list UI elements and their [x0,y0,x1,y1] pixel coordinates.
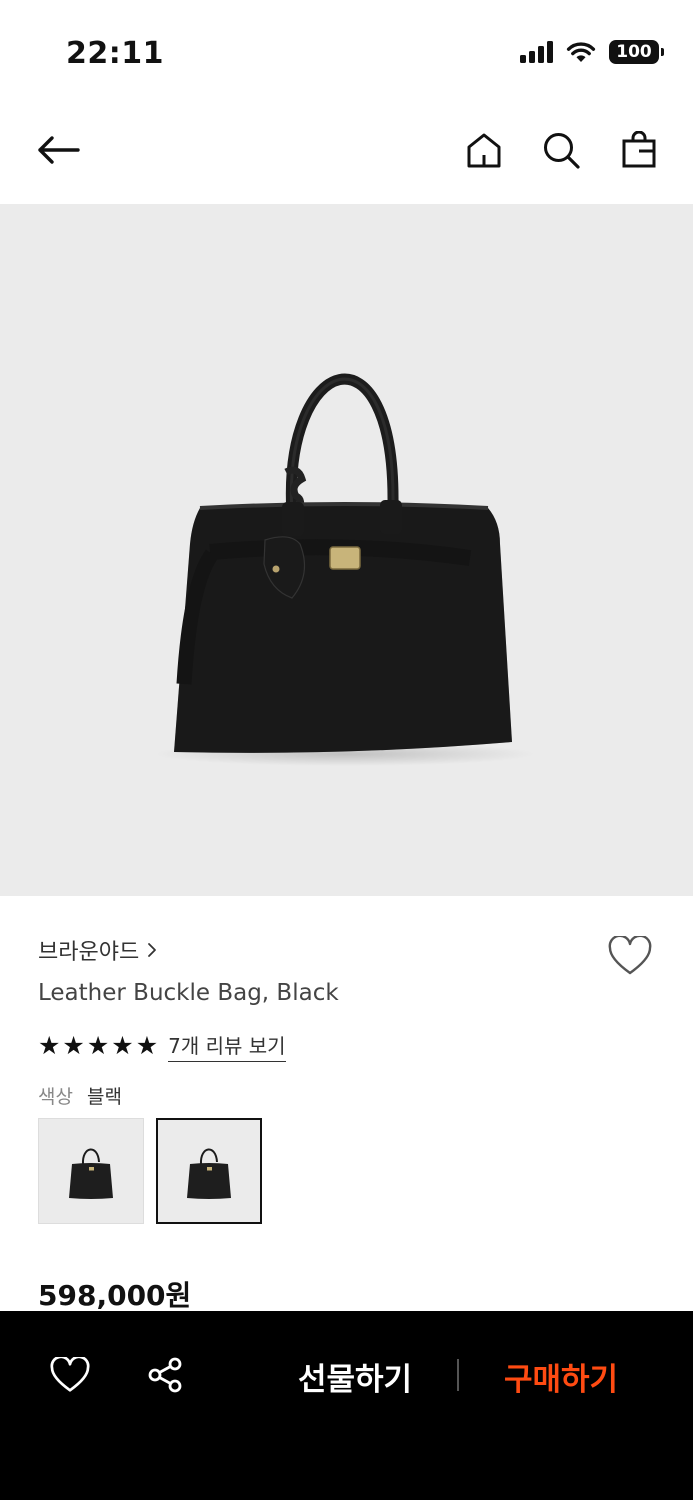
action-divider [457,1359,459,1391]
buy-button[interactable]: 구매하기 [496,1351,626,1401]
cart-button[interactable] [615,126,663,174]
search-icon [544,133,580,169]
like-button[interactable] [48,1353,92,1397]
battery-icon: 100 [609,40,664,64]
share-icon [148,1357,182,1393]
rating-stars: ★ ★ ★ ★ ★ [38,1032,158,1060]
status-time: 22:11 [66,36,164,71]
review-link[interactable]: 7개 리뷰 보기 [168,1030,286,1062]
star-icon: ★ [86,1031,110,1060]
bag-thumbnail-image [187,1148,231,1199]
star-icon: ★ [38,1031,61,1060]
home-icon [467,133,501,168]
home-button[interactable] [460,126,508,174]
heart-outline-icon [50,1357,90,1392]
status-bar: 22:11 100 [0,0,693,100]
leather-bag-image [155,373,535,766]
status-icons: 100 [520,40,664,64]
back-button[interactable] [34,126,82,174]
star-icon: ★ [135,1031,159,1060]
wishlist-button[interactable] [604,930,656,982]
bag-thumbnail-image [69,1148,113,1199]
color-value: 블랙 [86,1086,122,1108]
star-icon: ★ [111,1031,134,1060]
shopping-bag-icon [622,131,656,168]
search-button[interactable] [537,126,585,174]
product-name: Leather Buckle Bag, Black [38,980,339,1006]
color-thumbnail-selected[interactable] [156,1118,262,1224]
color-thumbnail[interactable] [38,1118,144,1224]
color-label: 색상 [38,1086,73,1108]
brand-link[interactable]: 브라운야드 [38,934,157,966]
battery-level: 100 [616,42,652,62]
brand-name: 브라운야드 [38,940,140,965]
product-price: 598,000원 [38,1279,192,1312]
wifi-icon [566,42,596,62]
arrow-left-icon [38,136,80,164]
gift-button[interactable]: 선물하기 [290,1351,420,1401]
bottom-action-bar: 선물하기 구매하기 [0,1311,693,1500]
nav-bar [0,100,693,204]
color-row: 색상 블랙 [38,1082,122,1109]
star-icon: ★ [62,1031,85,1060]
chevron-right-icon [148,943,157,957]
rating-row: ★ ★ ★ ★ ★ 7개 리뷰 보기 [38,1030,286,1062]
heart-outline-icon [608,936,652,975]
cellular-signal-icon [520,41,553,63]
share-button[interactable] [143,1353,187,1397]
product-image[interactable] [0,204,693,896]
